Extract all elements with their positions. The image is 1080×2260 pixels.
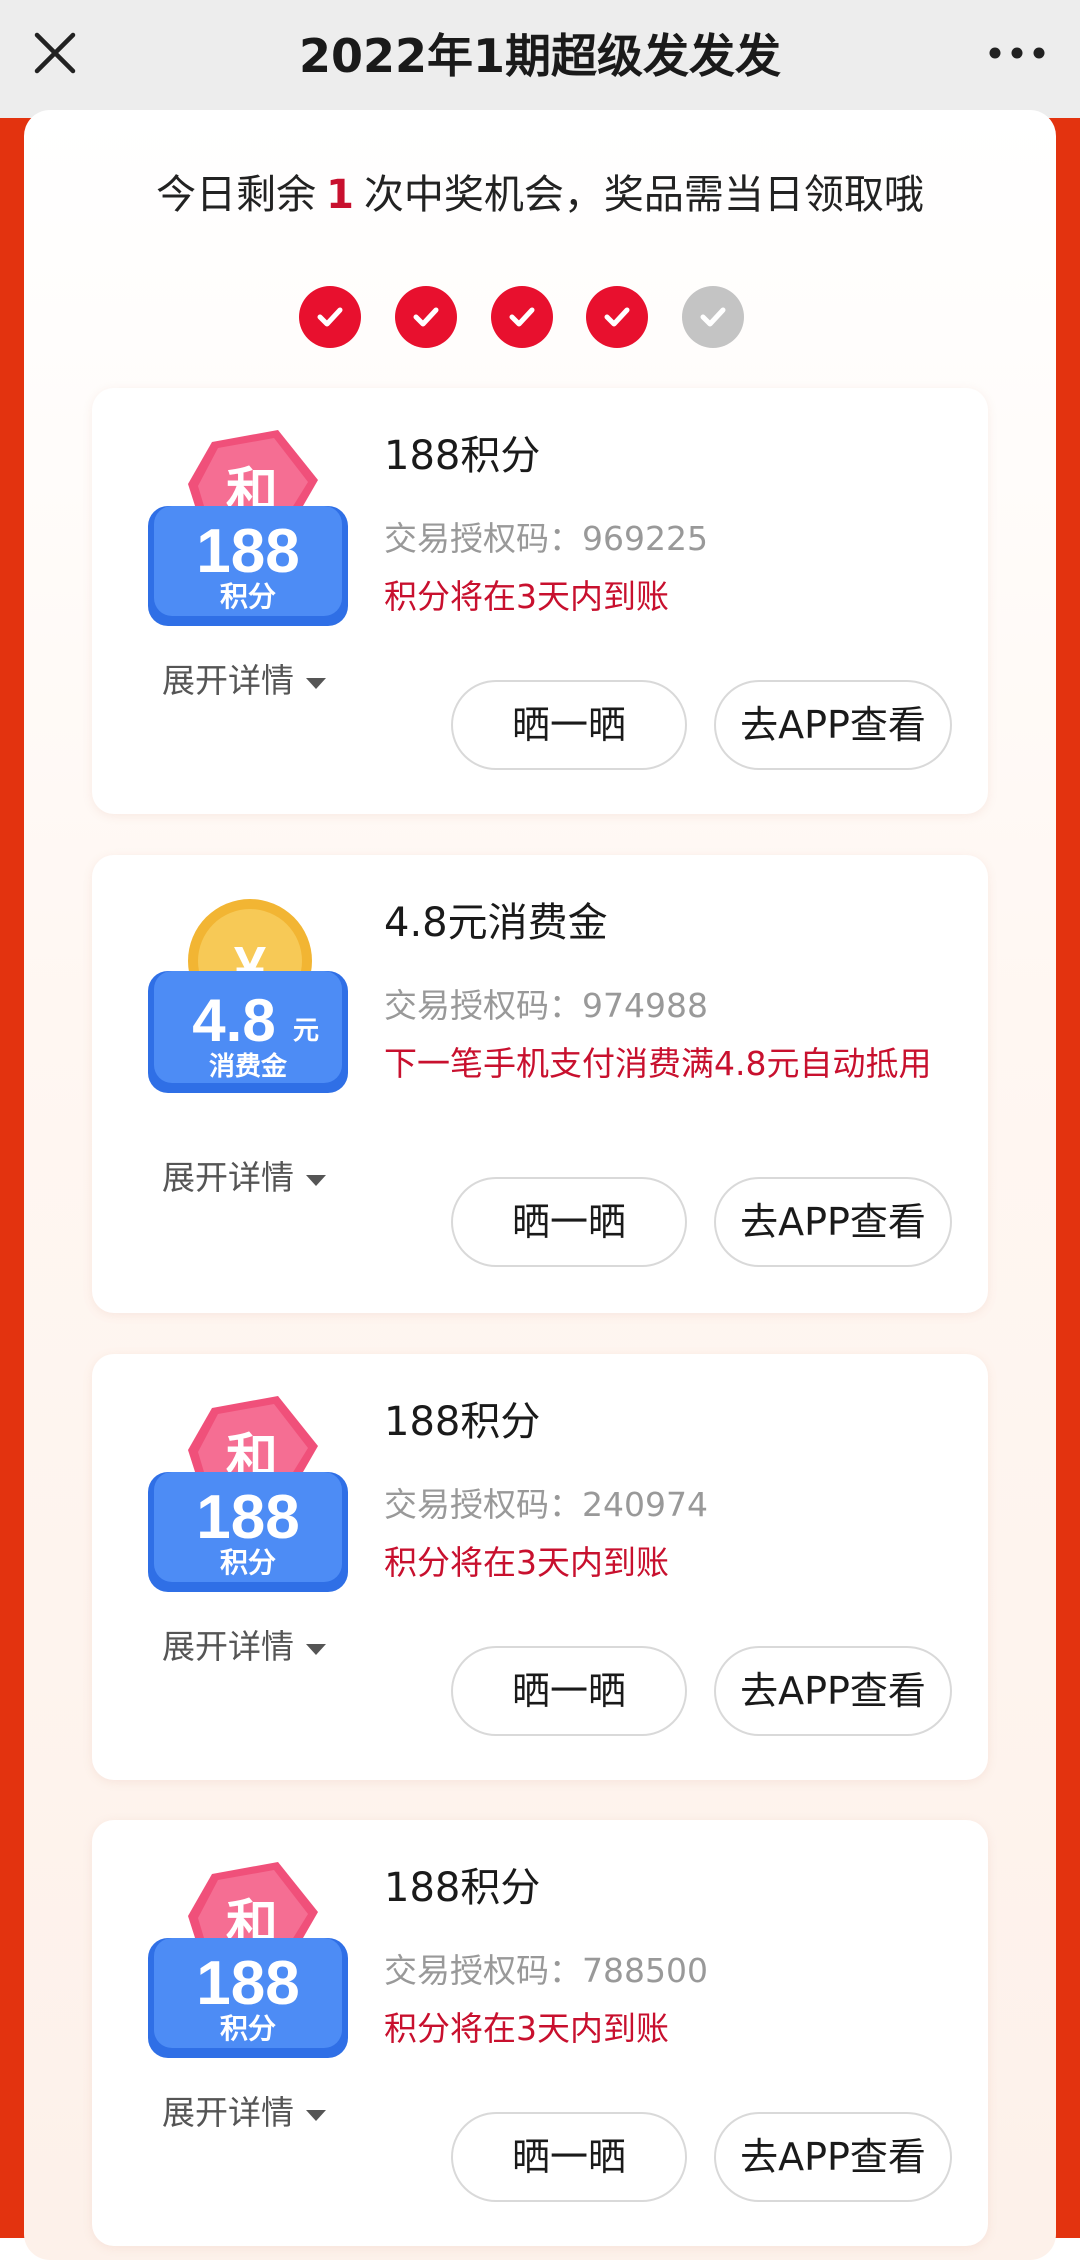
badge-value: 4.8 [192, 987, 275, 1054]
prize-badge-image: ¥ 4.8 元 消费金 [148, 891, 348, 1101]
prize-card: 和 188 积分 188积分 交易授权码：969225 积分将在3天内到账 展开… [92, 388, 988, 814]
prize-note: 积分将在3天内到账 [384, 577, 669, 616]
check-done-icon [395, 286, 457, 348]
progress-checks [0, 286, 1080, 348]
badge-value: 188 [196, 517, 299, 586]
badge-unit: 消费金 [209, 1051, 288, 1081]
remaining-count: 1 [326, 172, 354, 218]
badge-unit: 积分 [220, 581, 276, 612]
auth-code: 交易授权码：974988 [384, 986, 708, 1025]
prize-card: ¥ 4.8 元 消费金 4.8元消费金 交易授权码：974988 下一笔手机支付… [92, 855, 988, 1313]
more-icon[interactable] [982, 26, 1052, 80]
expand-details-label: 展开详情 [162, 2093, 294, 2132]
view-in-app-button[interactable]: 去APP查看 [714, 1646, 952, 1736]
prize-badge-image: 和 188 积分 [148, 1390, 348, 1600]
badge-value: 188 [196, 1949, 299, 2018]
expand-details-button[interactable]: 展开详情 [162, 1155, 326, 1201]
check-pending-icon [682, 286, 744, 348]
prize-note: 积分将在3天内到账 [384, 1543, 669, 1582]
auth-code: 交易授权码：969225 [384, 519, 708, 558]
view-in-app-button[interactable]: 去APP查看 [714, 2112, 952, 2202]
check-done-icon [299, 286, 361, 348]
page-title: 2022年1期超级发发发 [298, 29, 782, 83]
caret-down-icon [306, 677, 326, 689]
check-done-icon [491, 286, 553, 348]
expand-details-button[interactable]: 展开详情 [162, 2090, 326, 2136]
expand-details-label: 展开详情 [162, 661, 294, 700]
share-button[interactable]: 晒一晒 [451, 680, 687, 770]
share-button[interactable]: 晒一晒 [451, 2112, 687, 2202]
badge-value: 188 [196, 1483, 299, 1552]
close-icon[interactable] [28, 26, 82, 80]
auth-code: 交易授权码：788500 [384, 1951, 708, 1990]
badge-unit: 积分 [220, 1547, 276, 1578]
prize-title: 4.8元消费金 [384, 900, 608, 946]
notice-prefix: 今日剩余 [156, 172, 317, 218]
caret-down-icon [306, 1643, 326, 1655]
expand-details-button[interactable]: 展开详情 [162, 658, 326, 704]
badge-unit: 积分 [220, 2013, 276, 2044]
share-button[interactable]: 晒一晒 [451, 1646, 687, 1736]
prize-note: 积分将在3天内到账 [384, 2009, 669, 2048]
expand-details-label: 展开详情 [162, 1627, 294, 1666]
caret-down-icon [306, 2109, 326, 2121]
notice-suffix: 次中奖机会，奖品需当日领取哦 [363, 172, 924, 218]
view-in-app-button[interactable]: 去APP查看 [714, 1177, 952, 1267]
expand-details-label: 展开详情 [162, 1158, 294, 1197]
caret-down-icon [306, 1174, 326, 1186]
prize-badge-image: 和 188 积分 [148, 424, 348, 634]
badge-suffix: 元 [293, 1015, 319, 1045]
prize-title: 188积分 [384, 433, 541, 479]
share-button[interactable]: 晒一晒 [451, 1177, 687, 1267]
prize-title: 188积分 [384, 1865, 541, 1911]
prize-title: 188积分 [384, 1399, 541, 1445]
auth-code: 交易授权码：240974 [384, 1485, 708, 1524]
prize-card: 和 188 积分 188积分 交易授权码：788500 积分将在3天内到账 展开… [92, 1820, 988, 2246]
expand-details-button[interactable]: 展开详情 [162, 1624, 326, 1670]
chance-notice: 今日剩余 1 次中奖机会，奖品需当日领取哦 [24, 165, 1056, 225]
prize-badge-image: 和 188 积分 [148, 1856, 348, 2066]
prize-card: 和 188 积分 188积分 交易授权码：240974 积分将在3天内到账 展开… [92, 1354, 988, 1780]
prize-note: 下一笔手机支付消费满4.8元自动抵用 [384, 1044, 932, 1083]
view-in-app-button[interactable]: 去APP查看 [714, 680, 952, 770]
top-bar: 2022年1期超级发发发 [0, 0, 1080, 118]
check-done-icon [586, 286, 648, 348]
